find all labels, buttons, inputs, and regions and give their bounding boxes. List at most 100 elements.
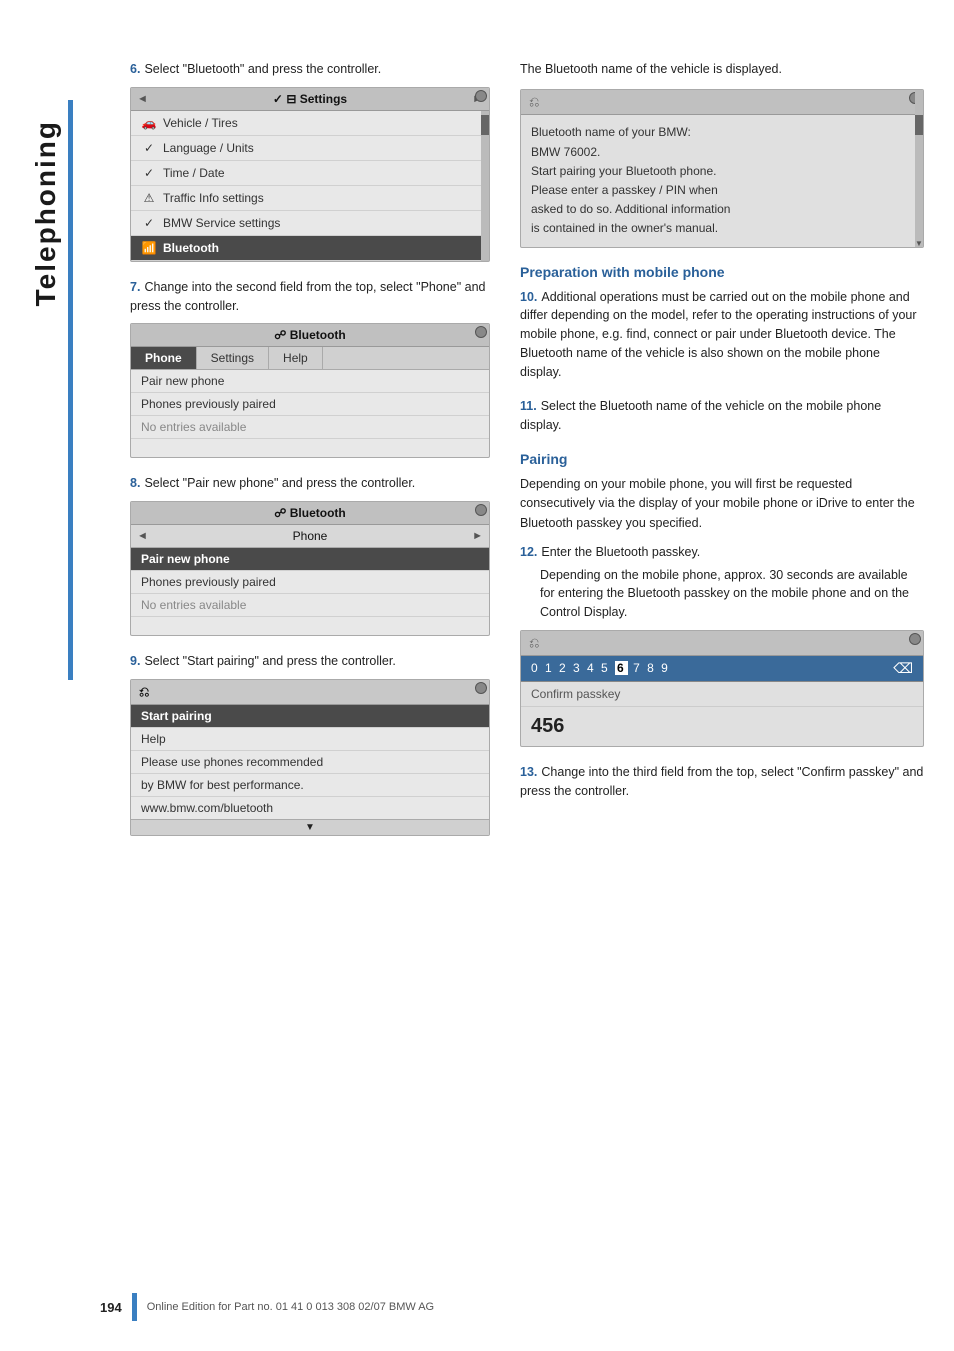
menu-item-bluetooth: 📶 Bluetooth bbox=[131, 236, 489, 261]
time-icon: ✓ bbox=[141, 165, 157, 181]
start-pairing-body: Start pairing Help Please use phones rec… bbox=[131, 705, 489, 819]
bluetooth-phone-menu-box: ☍ Bluetooth Phone Settings Help Pair new… bbox=[130, 323, 490, 458]
menu-item-traffic: ⚠ Traffic Info settings bbox=[131, 186, 489, 211]
bluetooth-submenu-body: Pair new phone Phones previously paired … bbox=[131, 548, 489, 635]
page-footer: 194 Online Edition for Part no. 01 41 0 … bbox=[0, 1293, 954, 1321]
step-9-num: 9. bbox=[130, 654, 140, 668]
step-13-num: 13. bbox=[520, 765, 537, 779]
page-container: Telephoning 6.Select "Bluetooth" and pre… bbox=[0, 0, 954, 1351]
settings-menu-header: ◄ ✓ ⊟ Settings ► bbox=[131, 88, 489, 111]
bmw-line-1: Bluetooth name of your BMW: bbox=[531, 123, 913, 142]
pairing-heading: Pairing bbox=[520, 451, 924, 467]
scroll-down: ▼ bbox=[131, 819, 489, 835]
vehicle-icon: 🚗 bbox=[141, 115, 157, 131]
menu-item-pair-new: Pair new phone bbox=[131, 370, 489, 393]
bluetooth-menu-header: ☍ Bluetooth bbox=[131, 324, 489, 347]
start-pairing-box: ⎌ Start pairing Help Please use phones r… bbox=[130, 679, 490, 836]
left-column: 6.Select "Bluetooth" and press the contr… bbox=[130, 60, 490, 852]
scroll-down-arrow: ▼ bbox=[915, 239, 923, 247]
step-10: 10.Additional operations must be carried… bbox=[520, 288, 924, 382]
step-11: 11.Select the Bluetooth name of the vehi… bbox=[520, 397, 924, 435]
bluetooth-sub-header: ◄ Phone ► bbox=[131, 525, 489, 548]
bluetooth-icon: 📶 bbox=[141, 240, 157, 256]
bluetooth-phone-menu-body: Pair new phone Phones previously paired … bbox=[131, 370, 489, 457]
language-icon: ✓ bbox=[141, 140, 157, 156]
step-13-text: Change into the third field from the top… bbox=[520, 765, 923, 798]
scroll-thumb bbox=[481, 115, 489, 135]
tab-help[interactable]: Help bbox=[269, 347, 323, 369]
passkey-highlighted: 6 bbox=[615, 661, 628, 675]
bluetooth-name-intro: The Bluetooth name of the vehicle is dis… bbox=[520, 60, 924, 79]
bmw-line-4: Please enter a passkey / PIN when bbox=[531, 181, 913, 200]
passkey-confirm-row: Confirm passkey bbox=[521, 682, 923, 707]
step-11-text: Select the Bluetooth name of the vehicle… bbox=[520, 399, 881, 432]
bmw-scrollbar: ▼ bbox=[915, 90, 923, 246]
step-10-text: Additional operations must be carried ou… bbox=[520, 290, 917, 379]
corner-dot-3 bbox=[475, 504, 487, 516]
back-icon: ⎌ bbox=[139, 684, 149, 700]
step-8-num: 8. bbox=[130, 476, 140, 490]
bmw-line-3: Start pairing your Bluetooth phone. bbox=[531, 162, 913, 181]
step-6: 6.Select "Bluetooth" and press the contr… bbox=[130, 60, 490, 262]
footer-bar bbox=[132, 1293, 137, 1321]
menu-item-bmw-service: ✓ BMW Service settings bbox=[131, 211, 489, 236]
step-13: 13.Change into the third field from the … bbox=[520, 763, 924, 801]
traffic-icon: ⚠ bbox=[141, 190, 157, 206]
bmw-line-5: asked to do so. Additional information bbox=[531, 200, 913, 219]
menu-item-no-entries-2: No entries available bbox=[131, 594, 489, 617]
page-number: 194 bbox=[100, 1300, 122, 1315]
scrollbar bbox=[481, 111, 489, 261]
bluetooth-submenu-header: ☍ Bluetooth bbox=[131, 502, 489, 525]
settings-menu-body: 🚗 Vehicle / Tires ✓ Language / Units ✓ T… bbox=[131, 111, 489, 261]
passkey-numrow: 0 1 2 3 4 5 6 7 8 9 ⌫ bbox=[521, 656, 923, 682]
bmw-display-content: Bluetooth name of your BMW: BMW 76002. S… bbox=[521, 115, 923, 246]
corner-dot-2 bbox=[475, 326, 487, 338]
passkey-back-icon: ⎌ bbox=[529, 635, 539, 651]
menu-item-vehicle: 🚗 Vehicle / Tires bbox=[131, 111, 489, 136]
passkey-header: ⎌ bbox=[521, 631, 923, 656]
settings-menu-box: ◄ ✓ ⊟ Settings ► 🚗 Vehicle / Tires ✓ Lan… bbox=[130, 87, 490, 262]
passkey-box: ⎌ 0 1 2 3 4 5 6 7 8 9 ⌫ Confirm passkey … bbox=[520, 630, 924, 747]
menu-item-phones-rec2: by BMW for best performance. bbox=[131, 774, 489, 797]
step-12-num: 12. bbox=[520, 545, 537, 559]
right-column: The Bluetooth name of the vehicle is dis… bbox=[520, 60, 924, 852]
tab-settings[interactable]: Settings bbox=[197, 347, 269, 369]
step-7: 7.Change into the second field from the … bbox=[130, 278, 490, 459]
menu-item-prev-paired: Phones previously paired bbox=[131, 393, 489, 416]
main-content: 6.Select "Bluetooth" and press the contr… bbox=[100, 40, 954, 872]
bmw-display-header: ⎌ bbox=[521, 90, 923, 115]
tab-bar: Phone Settings Help bbox=[131, 347, 489, 370]
menu-item-language: ✓ Language / Units bbox=[131, 136, 489, 161]
bmw-service-icon: ✓ bbox=[141, 215, 157, 231]
tab-phone[interactable]: Phone bbox=[131, 347, 197, 369]
menu-item-help: Help bbox=[131, 728, 489, 751]
menu-item-no-entries: No entries available bbox=[131, 416, 489, 439]
step-9-text: Select "Start pairing" and press the con… bbox=[144, 654, 395, 668]
menu-item-prev-paired-2: Phones previously paired bbox=[131, 571, 489, 594]
step-9: 9. Select "Start pairing" and press the c… bbox=[130, 652, 490, 836]
nav-left-arrow: ◄ bbox=[137, 93, 148, 105]
spacer-2 bbox=[131, 617, 489, 635]
step-7-text: Change into the second field from the to… bbox=[130, 280, 485, 313]
step-6-num: 6. bbox=[130, 62, 140, 76]
menu-item-phones-rec: Please use phones recommended bbox=[131, 751, 489, 774]
step-8-text: Select "Pair new phone" and press the co… bbox=[144, 476, 415, 490]
passkey-confirm-label: Confirm passkey bbox=[531, 687, 620, 701]
menu-item-time: ✓ Time / Date bbox=[131, 161, 489, 186]
bmw-line-2: BMW 76002. bbox=[531, 143, 913, 162]
preparation-heading: Preparation with mobile phone bbox=[520, 264, 924, 280]
bluetooth-submenu-box: ☍ Bluetooth ◄ Phone ► Pair new phone Pho bbox=[130, 501, 490, 636]
step-12-detail: Depending on the mobile phone, approx. 3… bbox=[540, 566, 924, 622]
passkey-nums: 0 1 2 3 4 5 6 7 8 9 bbox=[531, 661, 670, 675]
menu-item-bmw-url: www.bmw.com/bluetooth bbox=[131, 797, 489, 819]
corner-dot-4 bbox=[475, 682, 487, 694]
sidebar-label: Telephoning bbox=[30, 120, 62, 306]
start-pairing-header: ⎌ bbox=[131, 680, 489, 705]
bmw-scroll-thumb bbox=[915, 115, 923, 135]
blue-accent-bar bbox=[68, 100, 73, 680]
step-11-num: 11. bbox=[520, 399, 537, 413]
step-10-num: 10. bbox=[520, 290, 537, 304]
menu-item-pair-new-2: Pair new phone bbox=[131, 548, 489, 571]
step-8: 8. Select "Pair new phone" and press the … bbox=[130, 474, 490, 636]
step-12-text: Enter the Bluetooth passkey. bbox=[541, 545, 700, 559]
